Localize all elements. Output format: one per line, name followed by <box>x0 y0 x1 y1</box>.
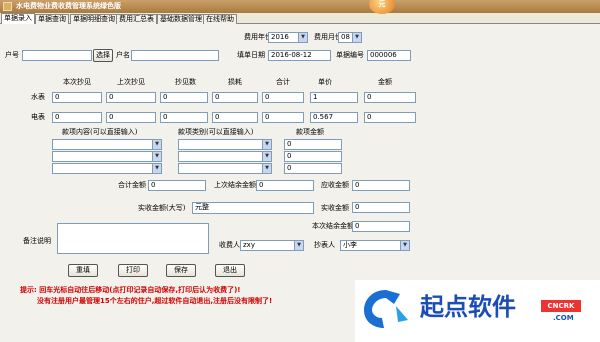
account-input[interactable] <box>22 50 92 61</box>
month-select[interactable]: 08 ▼ <box>338 32 362 43</box>
item-type-select-3[interactable]: ▼ <box>178 163 272 174</box>
col-amount: 金额 <box>378 78 392 86</box>
water-subtotal-input: 0 <box>262 92 304 103</box>
item-amount-header: 款项金额 <box>296 128 324 136</box>
collector-label: 收费人 <box>219 241 240 249</box>
item-content-select-2[interactable]: ▼ <box>52 151 162 162</box>
total-input: 0 <box>148 180 206 191</box>
col-unit-price: 单价 <box>318 78 332 86</box>
item-type-header: 款项类别(可以直接输入) <box>178 128 254 136</box>
balance-input: 0 <box>352 221 410 232</box>
prev-balance-input: 0 <box>256 180 314 191</box>
tab-strip: 单据录入 单据查询 单据明细查询 费用汇总表 基础数据管理 在线帮助 <box>0 13 600 24</box>
tab-entry[interactable]: 单据录入 <box>1 13 35 24</box>
chevron-down-icon: ▼ <box>152 140 161 149</box>
remark-textarea[interactable] <box>57 223 209 254</box>
item-content-select-1[interactable]: ▼ <box>52 139 162 150</box>
electric-last-input[interactable]: 0 <box>106 112 156 123</box>
account-label: 户号 <box>5 51 19 59</box>
name-label: 户名 <box>116 51 130 59</box>
title-orb-icon: 元 <box>369 0 395 14</box>
tab-help[interactable]: 在线帮助 <box>203 14 237 24</box>
watermark-domain: .COM <box>553 314 574 322</box>
item-amount-input-1[interactable]: 0 <box>284 139 342 150</box>
paid-input[interactable]: 0 <box>352 202 410 213</box>
water-count-input: 0 <box>160 92 208 103</box>
chevron-down-icon: ▼ <box>262 152 271 161</box>
chevron-down-icon: ▼ <box>262 164 271 173</box>
remark-label: 备注说明 <box>23 237 51 245</box>
item-amount-input-3[interactable]: 0 <box>284 163 342 174</box>
receivable-input: 0 <box>352 180 410 191</box>
item-content-header: 款项内容(可以直接输入) <box>62 128 138 136</box>
electric-subtotal-input: 0 <box>262 112 304 123</box>
item-type-select-2[interactable]: ▼ <box>178 151 272 162</box>
date-input[interactable]: 2016-08-12 <box>268 50 331 61</box>
title-bar: 水电费物业费收费管理系统绿色版 元 <box>0 0 600 14</box>
tab-detail-query[interactable]: 单据明细查询 <box>70 14 118 24</box>
col-last-reading: 上次抄见 <box>117 78 145 86</box>
tab-query[interactable]: 单据查询 <box>35 14 69 24</box>
water-loss-input[interactable]: 0 <box>212 92 258 103</box>
total-label: 合计金额 <box>118 181 146 189</box>
receivable-label: 应收金额 <box>321 181 349 189</box>
electric-current-input[interactable]: 0 <box>52 112 102 123</box>
copier-select[interactable]: 小李 ▼ <box>340 240 410 251</box>
col-reading-count: 抄见数 <box>175 78 196 86</box>
balance-label: 本次结余金额 <box>312 222 354 230</box>
chevron-down-icon: ▼ <box>152 152 161 161</box>
water-amount-input: 0 <box>364 92 416 103</box>
col-loss: 损耗 <box>228 78 242 86</box>
hint-line-2: 没有注册用户最管理15个左右的住户,超过软件自动退出,注册后没有限制了! <box>37 297 273 305</box>
window-title: 水电费物业费收费管理系统绿色版 <box>16 2 121 10</box>
year-select[interactable]: 2016 ▼ <box>268 32 308 43</box>
electric-amount-input: 0 <box>364 112 416 123</box>
app-icon <box>3 2 12 11</box>
hint-line-1: 提示: 回车光标自动往后移动(点打印记录自动保存,打印后认为收费了)! <box>20 286 241 294</box>
watermark-text: 起点软件 <box>420 293 516 321</box>
chevron-down-icon: ▼ <box>400 241 409 250</box>
print-button[interactable]: 打印 <box>118 264 148 277</box>
date-label: 填单日期 <box>237 51 265 59</box>
doc-no-label: 单据编号 <box>336 51 364 59</box>
chevron-down-icon: ▼ <box>262 140 271 149</box>
collector-select[interactable]: zxy ▼ <box>240 240 304 251</box>
name-input[interactable] <box>131 50 219 61</box>
watermark-badge: CNCRK <box>541 300 581 312</box>
item-amount-input-2[interactable]: 0 <box>284 151 342 162</box>
water-label: 水表 <box>31 93 45 101</box>
paid-label: 实收金额 <box>321 204 349 212</box>
item-type-select-1[interactable]: ▼ <box>178 139 272 150</box>
prev-balance-label: 上次结余金额 <box>214 181 256 189</box>
doc-no-input: 000006 <box>367 50 411 61</box>
paid-upper-label: 实收金额(大写) <box>138 204 186 212</box>
water-last-input[interactable]: 0 <box>106 92 156 103</box>
save-button[interactable]: 保存 <box>166 264 196 277</box>
exit-button[interactable]: 退出 <box>215 264 245 277</box>
water-price-input[interactable]: 1 <box>310 92 358 103</box>
chevron-down-icon: ▼ <box>352 33 361 42</box>
electric-loss-input[interactable]: 0 <box>212 112 258 123</box>
chevron-down-icon: ▼ <box>298 33 307 42</box>
chevron-down-icon: ▼ <box>152 164 161 173</box>
tab-summary[interactable]: 费用汇总表 <box>116 14 157 24</box>
paid-upper-input: 元整 <box>192 202 314 214</box>
chevron-down-icon: ▼ <box>294 241 303 250</box>
electric-count-input: 0 <box>160 112 208 123</box>
col-current-reading: 本次抄见 <box>63 78 91 86</box>
electric-label: 电表 <box>31 113 45 121</box>
col-subtotal: 合计 <box>276 78 290 86</box>
watermark-logo-icon <box>364 290 408 328</box>
item-content-select-3[interactable]: ▼ <box>52 163 162 174</box>
tab-base-data[interactable]: 基础数据管理 <box>157 14 205 24</box>
electric-price-input[interactable]: 0.567 <box>310 112 358 123</box>
refill-button[interactable]: 重填 <box>68 264 98 277</box>
water-current-input[interactable]: 0 <box>52 92 102 103</box>
select-account-button[interactable]: 选择 <box>93 49 113 62</box>
copier-label: 抄表人 <box>314 241 335 249</box>
